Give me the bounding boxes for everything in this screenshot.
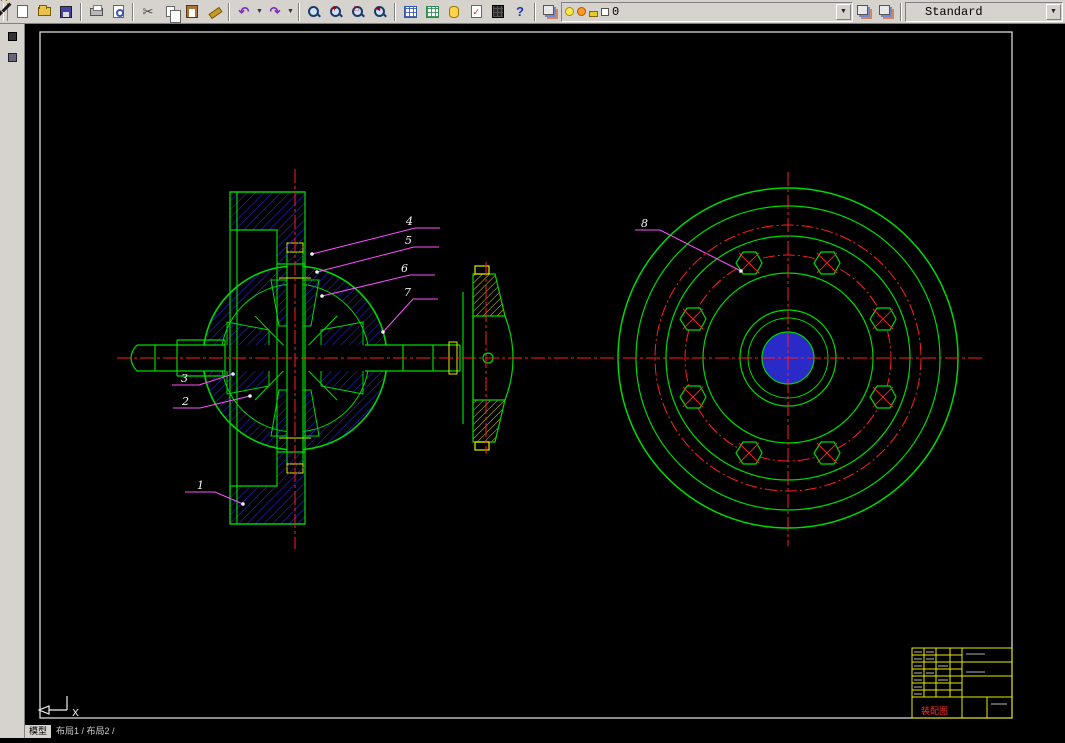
plot-button[interactable] <box>85 2 107 22</box>
title-block: 装配图 <box>911 647 1013 719</box>
part-label-4: 4 <box>405 215 413 228</box>
new-file-icon <box>16 5 28 18</box>
part-label-7: 7 <box>404 286 411 299</box>
drawing-canvas[interactable]: 1 2 3 4 5 6 7 8 装配图 X 模型 布局1 / 布局2 / <box>25 24 1065 738</box>
save-floppy-icon <box>60 5 72 18</box>
table-grid-icon <box>403 5 417 18</box>
layer-sheet-icon <box>856 5 868 15</box>
make-layer-current-button[interactable] <box>853 2 875 22</box>
zoom-realtime-button[interactable] <box>303 2 325 22</box>
calculator-icon <box>492 5 504 18</box>
sheetset-button[interactable] <box>421 2 443 22</box>
brush-icon <box>208 5 221 18</box>
redo-button[interactable] <box>264 2 286 22</box>
dbconnect-button[interactable] <box>443 2 465 22</box>
paste-button[interactable] <box>181 2 203 22</box>
part-label-2: 2 <box>181 395 189 408</box>
open-folder-icon <box>37 5 51 16</box>
part-label-1: 1 <box>197 479 204 492</box>
cad-drawing: 1 2 3 4 5 6 7 8 装配图 X <box>37 31 1013 719</box>
markup-sheet-icon <box>470 5 482 18</box>
separator <box>228 2 230 21</box>
separator <box>132 2 134 21</box>
help-button[interactable] <box>509 2 531 22</box>
ucs-icon: X <box>37 696 79 719</box>
lightbulb-icon[interactable] <box>565 7 574 16</box>
green-grid-icon <box>425 5 439 18</box>
layer-previous-button[interactable] <box>875 2 897 22</box>
undo-button[interactable] <box>233 2 255 22</box>
dock-button-2[interactable] <box>3 48 21 66</box>
save-button[interactable] <box>55 2 77 22</box>
printer-icon <box>89 4 103 16</box>
zoom-previous-button[interactable]: ◂ <box>369 2 391 22</box>
dock-button-1[interactable] <box>3 27 21 45</box>
database-icon <box>449 5 459 18</box>
zoom-window-button[interactable]: □ <box>347 2 369 22</box>
stacked-layers-icon <box>542 5 554 15</box>
magnifier-plus-icon: + <box>329 4 343 19</box>
layer-combo[interactable]: 0 ▼ <box>561 1 853 22</box>
undo-arrow-icon <box>239 3 250 21</box>
scissors-icon <box>143 3 154 21</box>
table-tool-button[interactable] <box>399 2 421 22</box>
layer-combo-arrow[interactable]: ▼ <box>836 3 851 20</box>
pen-icon <box>909 5 922 18</box>
main-toolbar: ▼ ▼ + □ ◂ 0 ▼ Standard ▼ <box>0 0 1065 24</box>
layer-manager-button[interactable] <box>539 2 561 22</box>
layer-name: 0 <box>612 4 620 19</box>
separator <box>80 2 82 21</box>
magnifier-previous-icon: ◂ <box>373 4 387 19</box>
title-block-entries <box>914 651 1007 705</box>
tab-model[interactable]: 模型 <box>25 725 52 738</box>
question-mark-icon <box>516 3 524 21</box>
open-button[interactable] <box>33 2 55 22</box>
part-label-5: 5 <box>405 234 412 247</box>
clipboard-icon <box>186 5 198 18</box>
tab-layouts[interactable]: 布局1 / 布局2 / <box>51 725 115 737</box>
dark-square-icon <box>7 31 17 41</box>
separator <box>394 2 396 21</box>
sun-icon[interactable] <box>577 7 586 16</box>
cut-button[interactable] <box>137 2 159 22</box>
plot-preview-button[interactable] <box>107 2 129 22</box>
redo-dropdown[interactable]: ▼ <box>286 8 295 15</box>
layer-previous-icon <box>878 5 890 15</box>
style-combo[interactable]: Standard ▼ <box>905 1 1063 22</box>
ucs-x-label: X <box>72 708 79 719</box>
lock-icon[interactable] <box>589 10 598 17</box>
style-name: Standard <box>925 4 983 19</box>
separator <box>534 2 536 21</box>
markup-button[interactable] <box>465 2 487 22</box>
part-label-6: 6 <box>401 262 408 275</box>
part-label-8: 8 <box>641 217 648 230</box>
calculator-button[interactable] <box>487 2 509 22</box>
style-combo-arrow[interactable]: ▼ <box>1046 3 1061 20</box>
copy-button[interactable] <box>159 2 181 23</box>
redo-arrow-icon <box>270 3 281 21</box>
magnifier-icon <box>307 5 321 19</box>
gray-square-icon <box>7 52 17 62</box>
separator <box>900 2 902 21</box>
layout-tabbar: 模型 布局1 / 布局2 / <box>25 725 1065 738</box>
match-properties-button[interactable] <box>203 2 225 22</box>
copy-icon <box>165 6 181 23</box>
zoom-in-button[interactable]: + <box>325 2 347 22</box>
title-block-name: 装配图 <box>921 705 948 717</box>
undo-dropdown[interactable]: ▼ <box>255 8 264 15</box>
part-label-3: 3 <box>181 372 188 385</box>
separator <box>298 2 300 21</box>
magnifier-window-icon: □ <box>351 4 365 19</box>
layer-color-swatch[interactable] <box>601 7 609 16</box>
new-button[interactable] <box>11 2 33 22</box>
print-preview-icon <box>112 5 124 18</box>
left-toolbar-dock <box>0 24 25 738</box>
